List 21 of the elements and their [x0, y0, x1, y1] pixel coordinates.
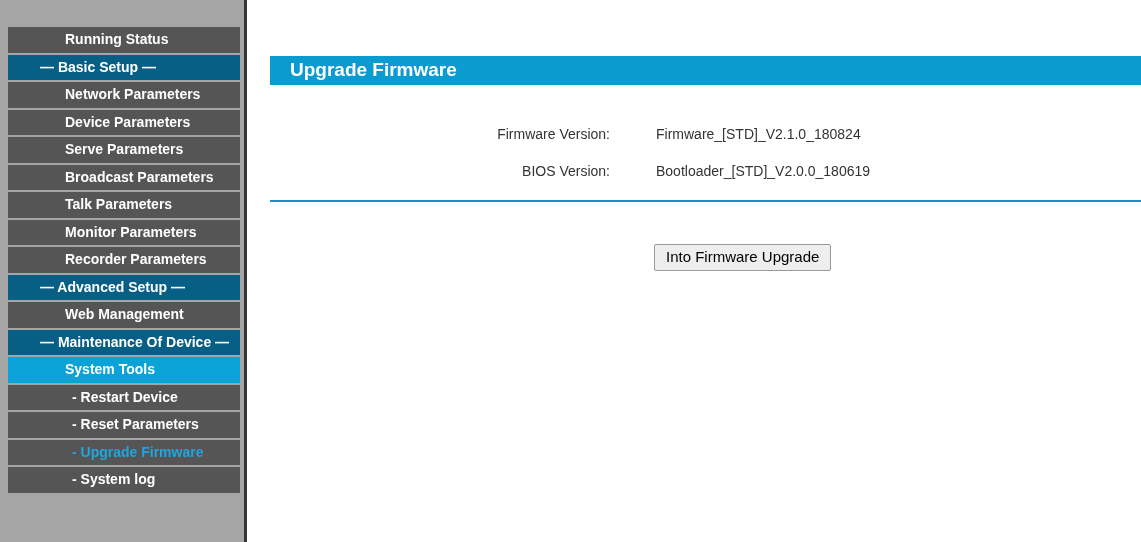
sidebar-item[interactable]: Serve Parameters [8, 137, 240, 163]
sidebar-item[interactable]: Talk Parameters [8, 192, 240, 218]
field-label: Firmware Version: [496, 125, 610, 144]
sidebar-item[interactable]: Running Status [8, 27, 240, 53]
sidebar-item[interactable]: - System log [8, 467, 240, 493]
field-label: BIOS Version: [521, 162, 610, 181]
sidebar-item[interactable]: Recorder Parameters [8, 247, 240, 273]
sidebar-item[interactable]: Web Management [8, 302, 240, 328]
field-value: Firmware_[STD]_V2.1.0_180824 [656, 125, 861, 144]
sidebar-item[interactable]: — Basic Setup — [8, 54, 240, 80]
sidebar-item[interactable]: — Maintenance Of Device — [8, 329, 240, 355]
sidebar-item[interactable]: - Restart Device [8, 384, 240, 410]
section-header: Upgrade Firmware [270, 56, 1141, 85]
sidebar-item[interactable]: Monitor Parameters [8, 219, 240, 245]
sidebar-item[interactable]: Broadcast Parameters [8, 164, 240, 190]
sidebar-item[interactable]: Network Parameters [8, 82, 240, 108]
field-value: Bootloader_[STD]_V2.0.0_180619 [656, 162, 871, 181]
upgrade-button[interactable]: Into Firmware Upgrade [654, 244, 832, 271]
sidebar-item[interactable]: - Reset Parameters [8, 412, 240, 438]
sidebar-item[interactable]: — Advanced Setup — [8, 274, 240, 300]
sidebar-item[interactable]: Device Parameters [8, 109, 240, 135]
